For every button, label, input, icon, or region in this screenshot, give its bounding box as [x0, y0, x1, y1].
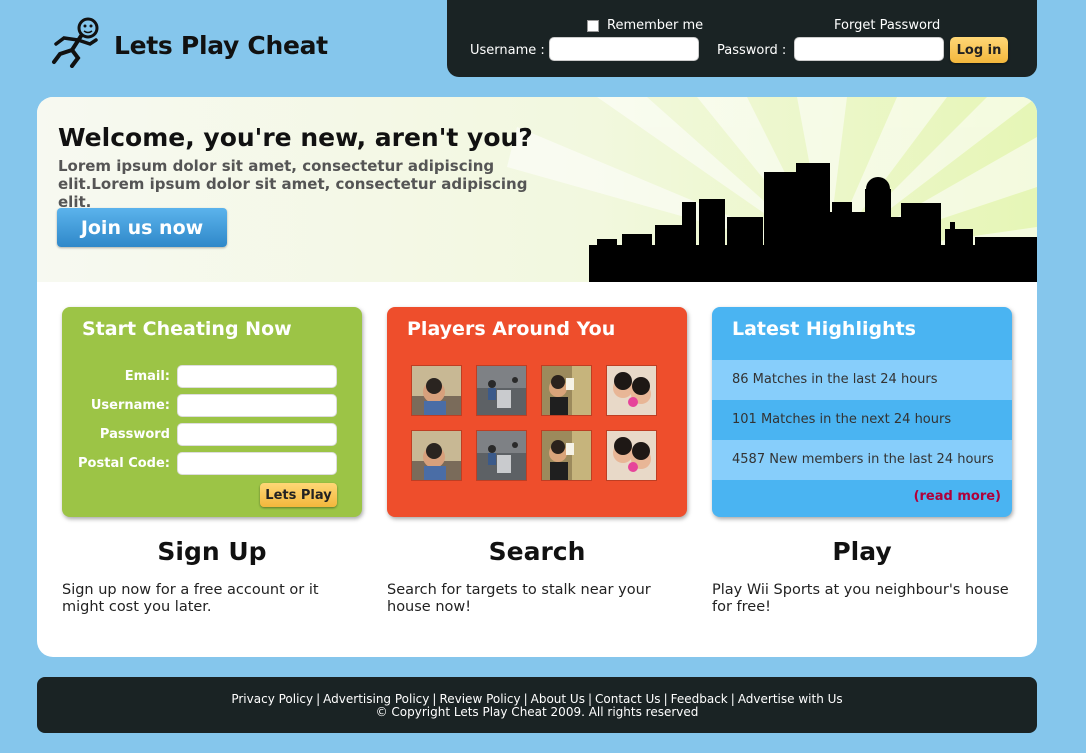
site-logo[interactable]: Lets Play Cheat	[50, 14, 328, 70]
search-description: Search for targets to stalk near your ho…	[387, 582, 651, 615]
player-thumbnail[interactable]	[476, 430, 527, 481]
signup-heading: Sign Up	[157, 537, 267, 566]
lets-play-button[interactable]: Lets Play	[260, 483, 337, 507]
footer-separator: |	[587, 692, 593, 706]
highlights-box: Latest Highlights 86 Matches in the last…	[712, 307, 1012, 517]
main-content: Welcome, you're new, aren't you? Lorem i…	[37, 97, 1037, 657]
hero-title: Welcome, you're new, aren't you?	[58, 123, 533, 152]
player-thumbnail[interactable]	[606, 365, 657, 416]
footer-separator: |	[432, 692, 437, 706]
search-heading: Search	[488, 537, 586, 566]
players-box-title: Players Around You	[407, 318, 616, 340]
footer-separator: |	[523, 692, 528, 706]
player-thumbnail[interactable]	[411, 430, 462, 481]
logo-text[interactable]: Lets Play Cheat	[114, 31, 328, 60]
copyright-text: © Copyright Lets Play Cheat 2009. All ri…	[375, 705, 699, 719]
footer-link-about[interactable]: About Us	[531, 692, 585, 706]
hero-text: Lorem ipsum dolor sit amet, consectetur …	[58, 157, 528, 211]
signup-description: Sign up now for a free account or it mig…	[62, 582, 319, 615]
footer-links: Privacy Policy | Advertising Policy | Review…	[37, 692, 1037, 706]
password-row: Password	[62, 423, 362, 447]
player-thumbnail[interactable]	[541, 365, 592, 416]
forget-password-link[interactable]: Forget Password	[834, 18, 940, 33]
play-description: Play Wii Sports at you neighbour's house…	[712, 582, 1009, 615]
footer-separator: |	[316, 692, 321, 706]
footer-link-privacy[interactable]: Privacy Policy	[231, 692, 313, 706]
running-man-icon	[52, 17, 99, 68]
footer-separator: |	[663, 692, 668, 706]
username-label: Username :	[470, 43, 545, 58]
join-us-button[interactable]: Join us now	[57, 208, 227, 247]
remember-me-checkbox[interactable]	[587, 19, 599, 32]
email-field[interactable]	[177, 365, 337, 388]
footer: Privacy Policy | Advertising Policy | Review…	[37, 677, 1037, 733]
remember-me[interactable]: Remember me	[587, 18, 703, 33]
login-button[interactable]: Log in	[950, 37, 1008, 63]
password-label: Password :	[717, 43, 787, 58]
footer-link-advertise[interactable]: Advertise with Us	[738, 692, 843, 706]
signup-box: Start Cheating Now Email: Username: Pass…	[62, 307, 362, 517]
footer-link-advertising-policy[interactable]: Advertising Policy	[323, 692, 429, 706]
email-label: Email:	[124, 369, 170, 384]
signup-username-label: Username:	[90, 398, 170, 413]
hero-banner: Welcome, you're new, aren't you? Lorem i…	[37, 97, 1037, 282]
footer-link-feedback[interactable]: Feedback	[671, 692, 728, 706]
player-thumbnail[interactable]	[541, 430, 592, 481]
highlight-item: 101 Matches in the next 24 hours	[712, 400, 1012, 440]
postal-code-row: Postal Code:	[62, 452, 362, 476]
player-thumbnail[interactable]	[411, 365, 462, 416]
email-row: Email:	[62, 365, 362, 389]
username-input[interactable]	[549, 37, 699, 61]
postal-code-label: Postal Code:	[78, 456, 170, 471]
signup-box-title: Start Cheating Now	[82, 318, 292, 340]
signup-password-label: Password	[99, 427, 170, 442]
footer-link-review-policy[interactable]: Review Policy	[439, 692, 520, 706]
highlights-box-title: Latest Highlights	[732, 318, 916, 340]
highlight-item: 4587 New members in the last 24 hours	[712, 440, 1012, 480]
player-thumbnail[interactable]	[606, 430, 657, 481]
play-heading: Play	[832, 537, 892, 566]
footer-link-contact[interactable]: Contact Us	[595, 692, 661, 706]
password-input[interactable]	[794, 37, 944, 61]
postal-code-field[interactable]	[177, 452, 337, 475]
highlight-item: 86 Matches in the last 24 hours	[712, 360, 1012, 400]
signup-password-field[interactable]	[177, 423, 337, 446]
username-row: Username:	[62, 394, 362, 418]
read-more-link[interactable]: (read more)	[914, 489, 1001, 504]
remember-me-label: Remember me	[607, 18, 704, 33]
signup-username-field[interactable]	[177, 394, 337, 417]
players-box: Players Around You	[387, 307, 687, 517]
login-panel: Remember me Forget Password Username : P…	[447, 0, 1037, 77]
player-thumbnail[interactable]	[476, 365, 527, 416]
footer-separator: |	[730, 692, 735, 706]
